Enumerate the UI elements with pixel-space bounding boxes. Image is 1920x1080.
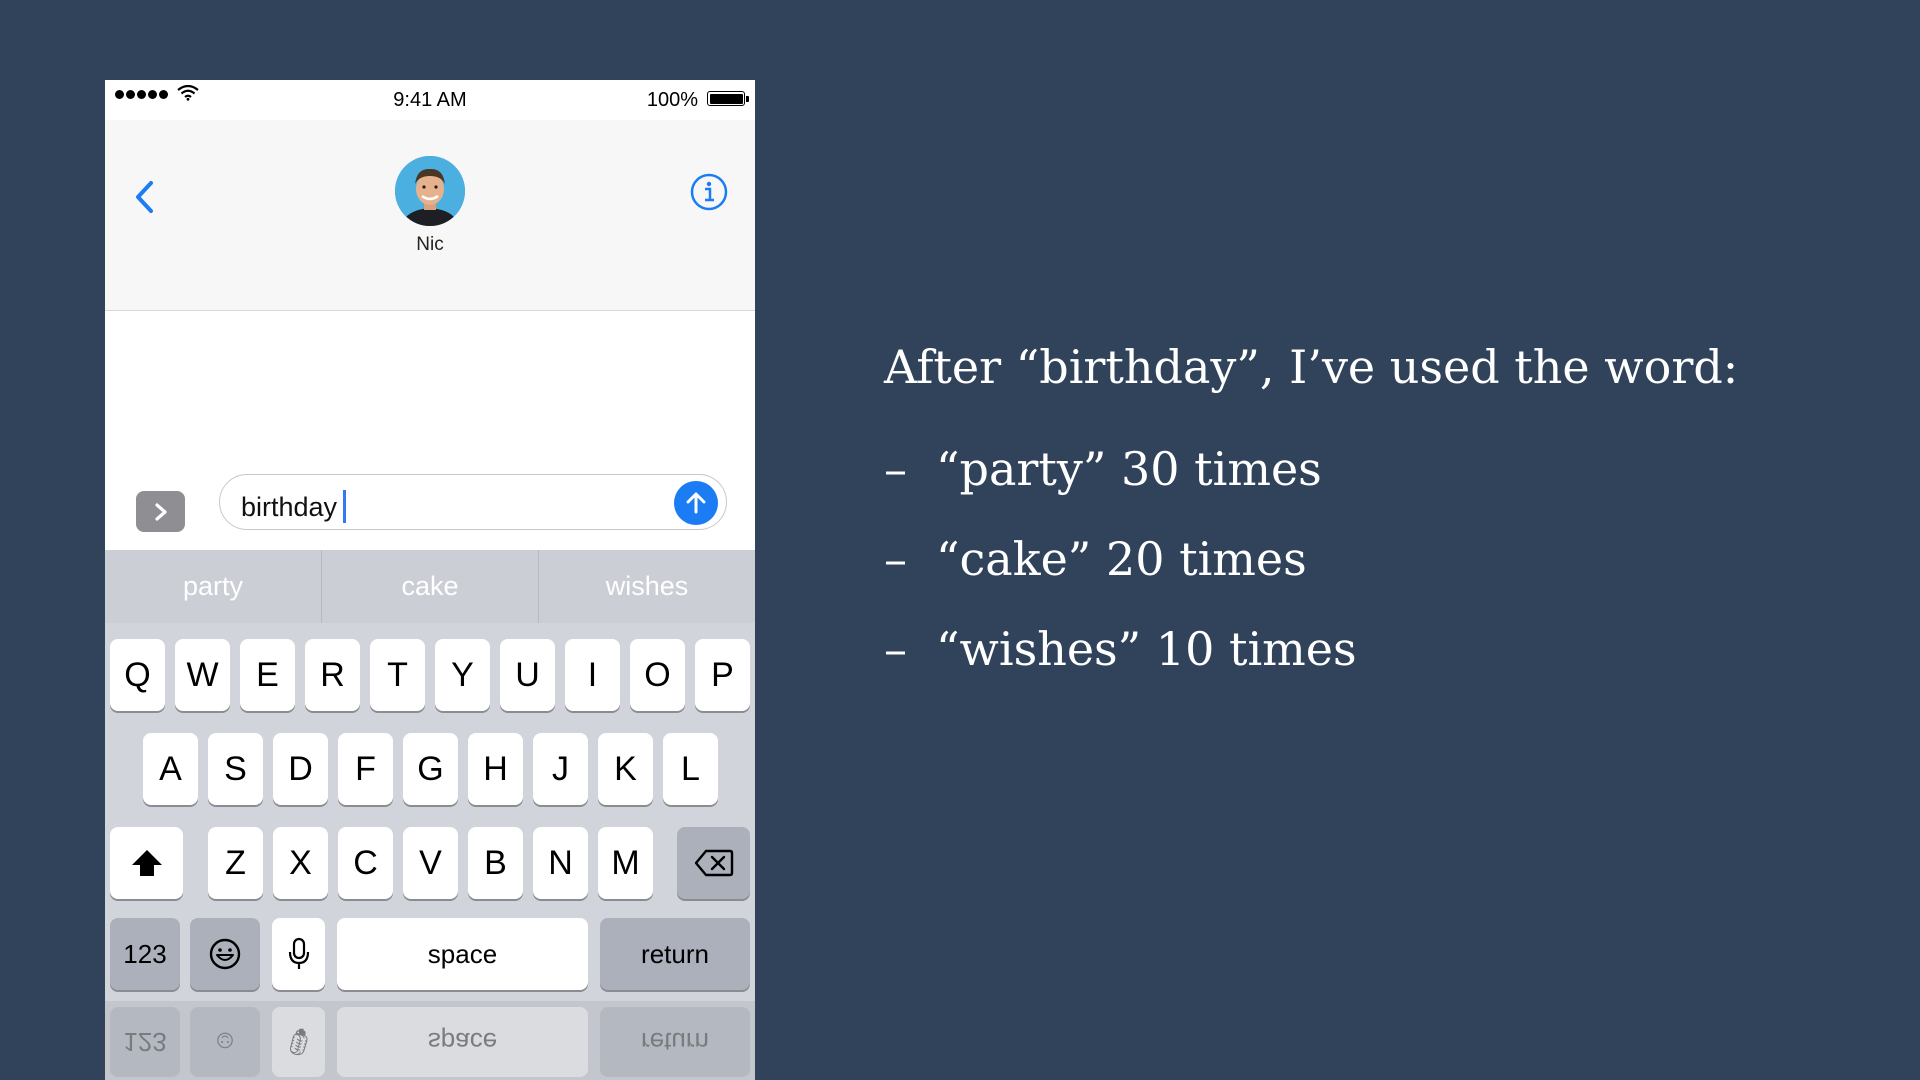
space-key[interactable]: space (337, 918, 588, 990)
message-input-text: birthday (241, 492, 338, 522)
key-j[interactable]: J (533, 733, 588, 805)
key-i[interactable]: I (565, 639, 620, 711)
shift-key[interactable] (110, 827, 183, 899)
key-y[interactable]: Y (435, 639, 490, 711)
reflection-emoji-icon: ☺ (190, 1007, 260, 1077)
slide-text: After “birthday”, I’ve used the word: – “… (884, 340, 1738, 712)
message-composer: birthday (105, 472, 755, 544)
list-item: – “wishes” 10 times (884, 622, 1738, 676)
key-d[interactable]: D (273, 733, 328, 805)
key-w[interactable]: W (175, 639, 230, 711)
phone-screenshot: 9:41 AM 100% Nic birthday party cake wis… (105, 80, 755, 1080)
key-v[interactable]: V (403, 827, 458, 899)
suggestion-cake[interactable]: cake (322, 550, 539, 623)
reflection-numbers-key: 123 (110, 1007, 180, 1077)
key-o[interactable]: O (630, 639, 685, 711)
text-cursor (343, 490, 347, 523)
key-u[interactable]: U (500, 639, 555, 711)
key-e[interactable]: E (240, 639, 295, 711)
list-item-text: “wishes” 10 times (936, 622, 1357, 676)
emoji-key[interactable] (190, 918, 260, 990)
chevron-right-icon (154, 502, 167, 521)
key-q[interactable]: Q (110, 639, 165, 711)
numbers-key[interactable]: 123 (110, 918, 180, 990)
key-h[interactable]: H (468, 733, 523, 805)
key-a[interactable]: A (143, 733, 198, 805)
delete-key[interactable] (677, 827, 750, 899)
predictive-bar: party cake wishes (105, 550, 755, 623)
reflection-space-key: space (337, 1007, 588, 1077)
dictation-key[interactable] (272, 918, 325, 990)
key-b[interactable]: B (468, 827, 523, 899)
conversation-header: Nic (105, 120, 755, 311)
list-item: – “cake” 20 times (884, 532, 1738, 586)
list-item: – “party” 30 times (884, 442, 1738, 496)
bullet-dash: – (884, 622, 907, 676)
key-g[interactable]: G (403, 733, 458, 805)
send-button[interactable] (674, 481, 718, 525)
key-z[interactable]: Z (208, 827, 263, 899)
key-x[interactable]: X (273, 827, 328, 899)
return-key[interactable]: return (600, 918, 750, 990)
backspace-icon (694, 849, 733, 877)
info-icon[interactable] (689, 172, 729, 212)
contact-name: Nic (416, 234, 444, 255)
back-chevron-icon[interactable] (125, 172, 165, 222)
bullet-dash: – (884, 442, 907, 496)
app-drawer-button[interactable] (136, 491, 185, 532)
key-k[interactable]: K (598, 733, 653, 805)
suggestion-party[interactable]: party (105, 550, 322, 623)
slide-heading: After “birthday”, I’ve used the word: (884, 340, 1739, 394)
reflection-return-key: return (600, 1007, 750, 1077)
key-f[interactable]: F (338, 733, 393, 805)
battery-icon (707, 91, 749, 106)
word-frequency-list: – “party” 30 times – “cake” 20 times – “wis… (884, 442, 1738, 676)
list-item-text: “cake” 20 times (936, 532, 1307, 586)
arrow-up-icon (686, 492, 706, 514)
key-c[interactable]: C (338, 827, 393, 899)
key-l[interactable]: L (663, 733, 718, 805)
keyboard-reflection: 123 ☺ 🎙 space return (105, 1001, 755, 1080)
key-m[interactable]: M (598, 827, 653, 899)
key-n[interactable]: N (533, 827, 588, 899)
reflection-microphone-icon: 🎙 (272, 1007, 325, 1077)
microphone-icon (288, 937, 309, 969)
bullet-dash: – (884, 532, 907, 586)
key-s[interactable]: S (208, 733, 263, 805)
avatar[interactable] (395, 156, 465, 226)
battery-percentage: 100% (646, 89, 698, 111)
message-input[interactable]: birthday (219, 474, 727, 530)
status-bar: 9:41 AM 100% (105, 80, 755, 120)
suggestion-wishes[interactable]: wishes (539, 550, 755, 623)
emoji-icon (209, 938, 241, 970)
key-p[interactable]: P (695, 639, 750, 711)
key-t[interactable]: T (370, 639, 425, 711)
list-item-text: “party” 30 times (936, 442, 1322, 496)
shift-arrow-icon (131, 850, 162, 876)
key-r[interactable]: R (305, 639, 360, 711)
